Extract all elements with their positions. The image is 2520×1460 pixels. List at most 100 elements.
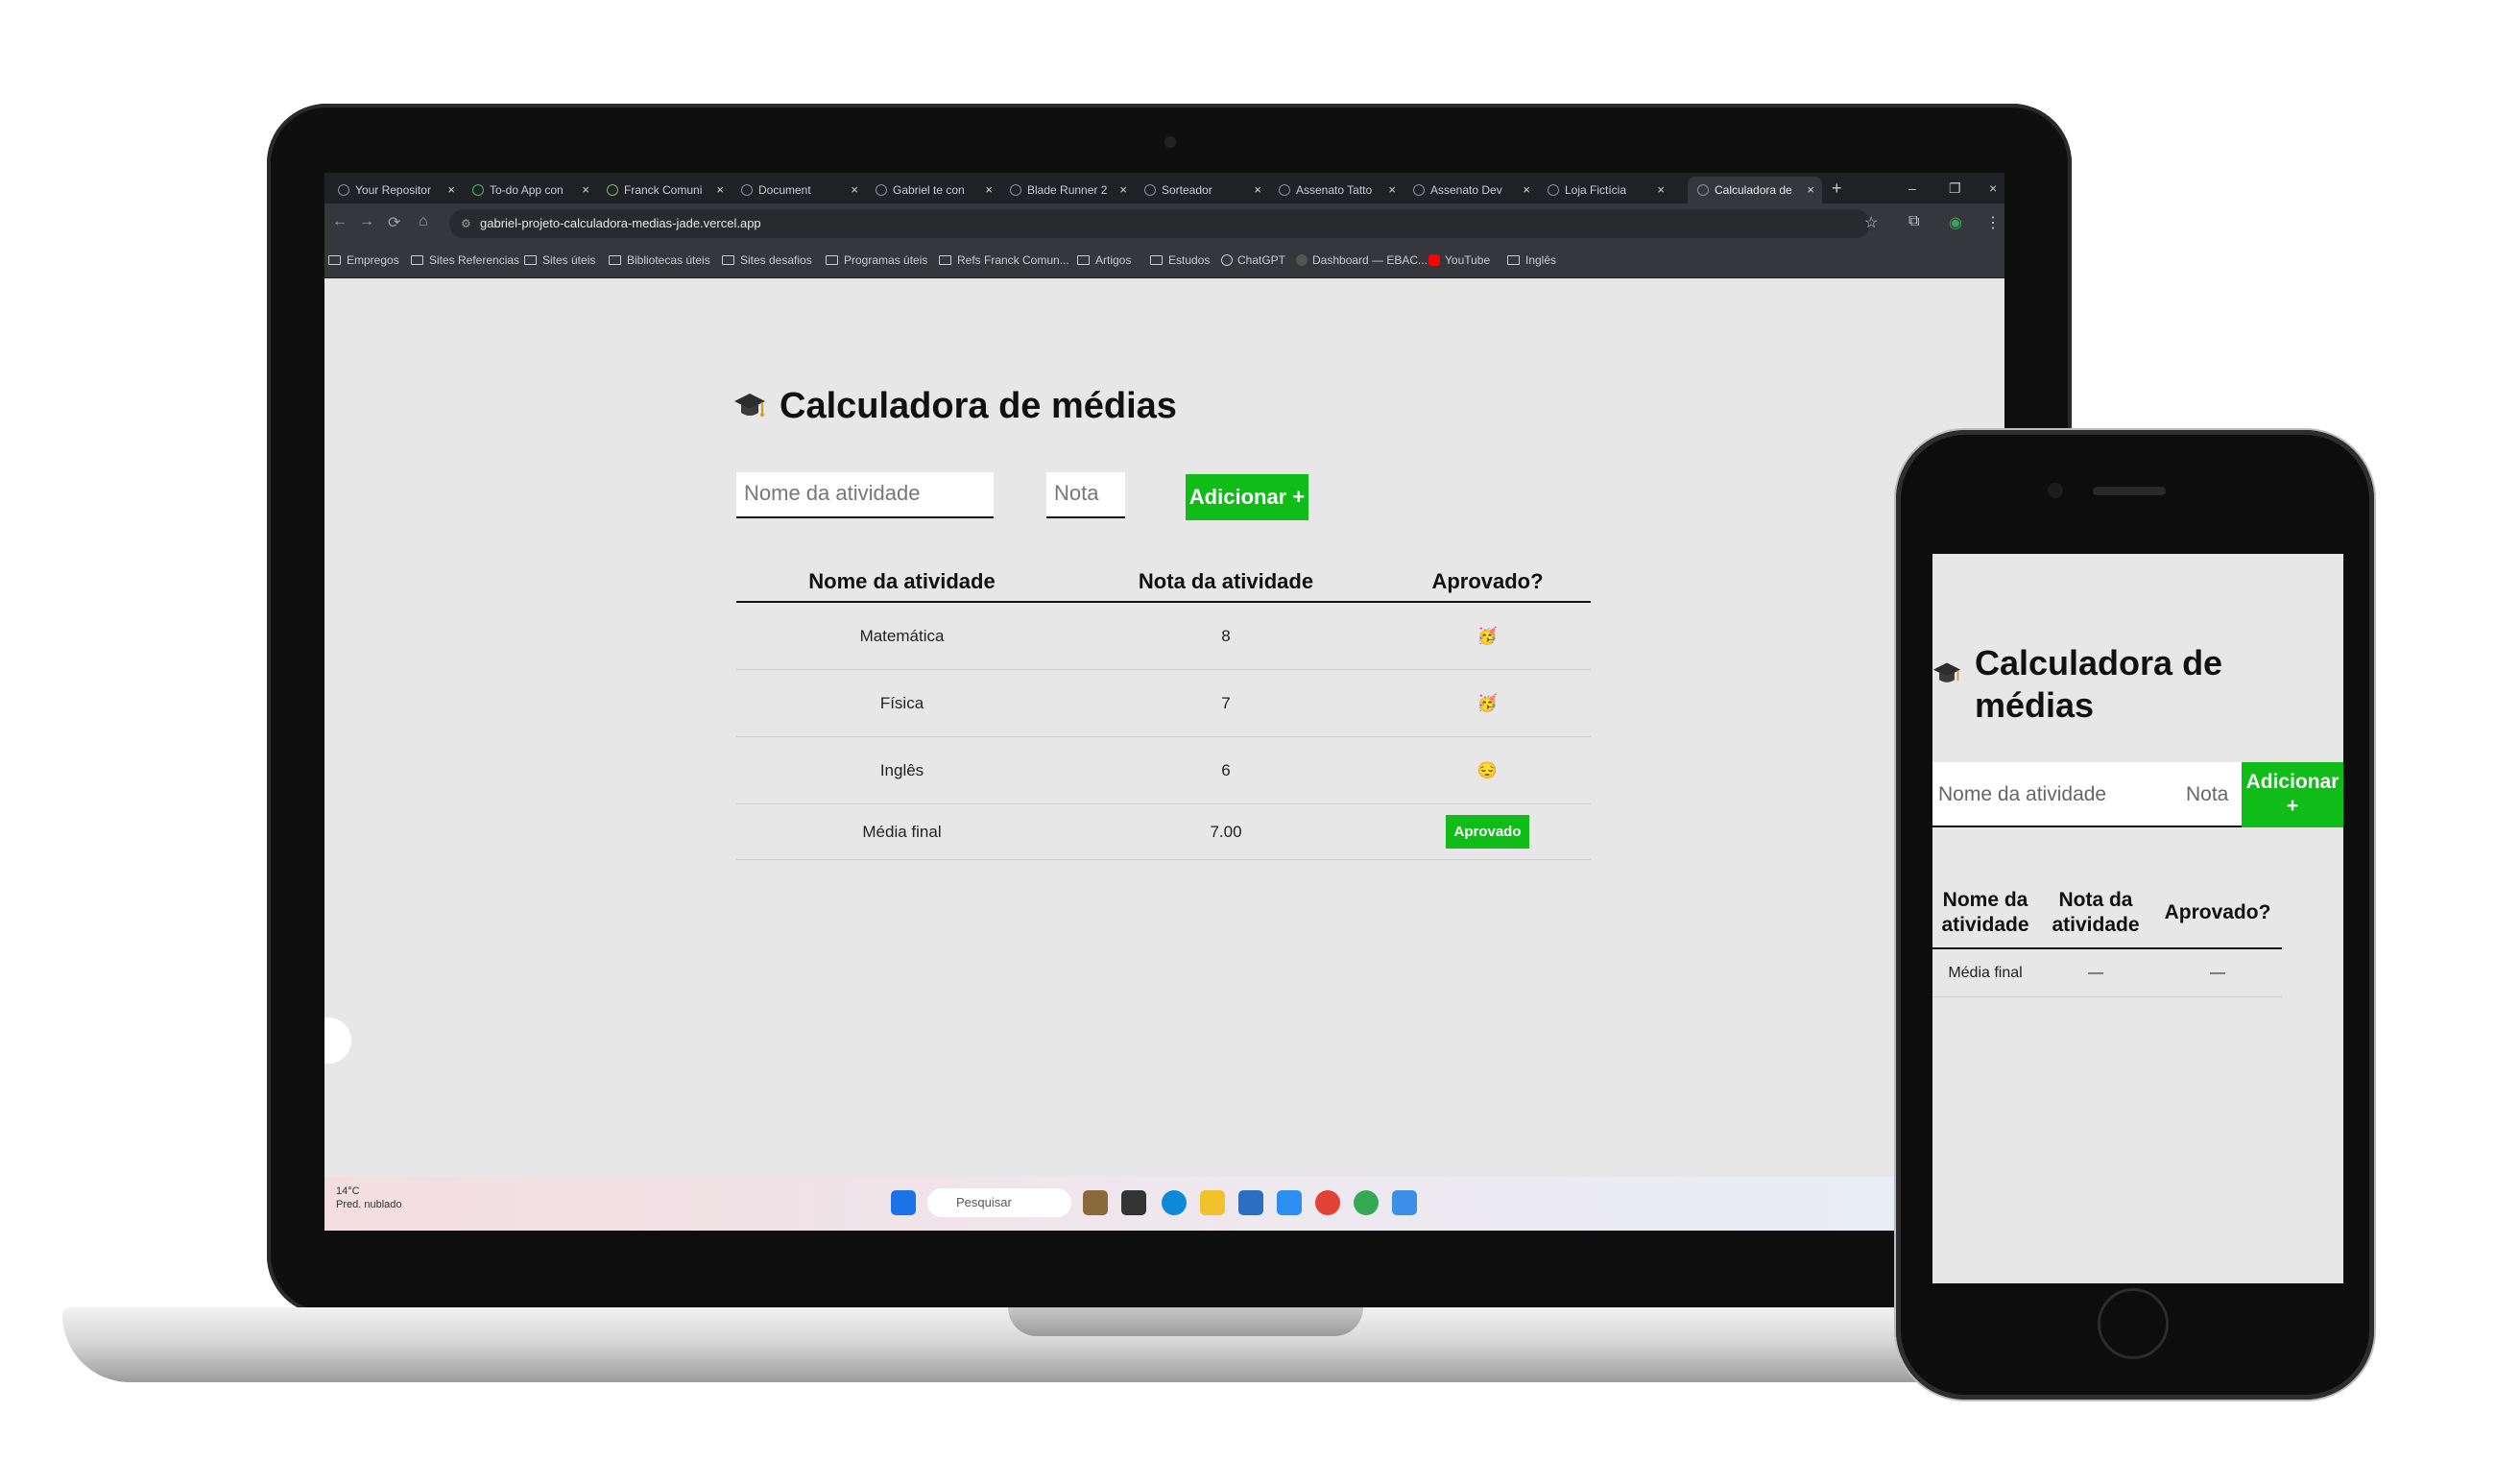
floating-widget-icon[interactable] bbox=[324, 1017, 351, 1064]
bookmark-star-icon[interactable]: ☆ bbox=[1864, 213, 1878, 232]
bookmark-folder-bibliotecas[interactable]: Bibliotecas úteis bbox=[609, 253, 710, 267]
taskbar-search[interactable]: Pesquisar bbox=[927, 1188, 1071, 1217]
file-explorer-icon[interactable] bbox=[1200, 1190, 1225, 1215]
tab-calculadora-active[interactable]: Calculadora de × bbox=[1688, 177, 1822, 203]
bookmark-chatgpt[interactable]: ChatGPT bbox=[1221, 253, 1285, 267]
ebac-icon bbox=[1296, 254, 1308, 266]
tab-blade-runner[interactable]: Blade Runner 2 × bbox=[1000, 177, 1135, 203]
final-average-label: Média final bbox=[862, 822, 942, 841]
url-field[interactable]: ⚙ gabriel-projeto-calculadora-medias-jad… bbox=[449, 209, 1870, 238]
bookmark-folder-sites-referencias[interactable]: Sites Referencias bbox=[411, 253, 519, 267]
folder-icon bbox=[524, 255, 537, 265]
bookmark-folder-empregos[interactable]: Empregos bbox=[328, 253, 399, 267]
home-icon[interactable]: ⌂ bbox=[419, 213, 428, 230]
taskbar-app-icon[interactable] bbox=[1083, 1190, 1108, 1215]
phone-form: Nome da atividade Nota Adicionar + bbox=[1932, 762, 2343, 827]
tab-close-icon[interactable]: × bbox=[851, 177, 858, 203]
back-arrow-icon[interactable]: ← bbox=[332, 213, 348, 230]
folder-icon bbox=[1077, 255, 1090, 265]
web-page: Calculadora de médias Nome da atividade … bbox=[324, 278, 2004, 1177]
bookmark-folder-sites-uteis[interactable]: Sites úteis bbox=[524, 253, 595, 267]
grade-input[interactable]: Nota bbox=[1046, 472, 1125, 518]
celebration-emoji-icon: 🥳 bbox=[1476, 693, 1499, 712]
row-activity-grade: 7 bbox=[1221, 693, 1231, 712]
tab-gabriel[interactable]: Gabriel te con × bbox=[866, 177, 1000, 203]
final-status: — bbox=[2210, 964, 2225, 981]
row-activity-name: Matemática bbox=[859, 626, 945, 645]
tab-your-repositories[interactable]: Your Repositor × bbox=[328, 177, 463, 203]
page-title: Calculadora de médias bbox=[780, 386, 1177, 426]
graduation-cap-icon bbox=[1932, 662, 1961, 682]
header-activity-name: Nome da atividade bbox=[1941, 889, 2029, 936]
phone-screen: Calculadora de médias Nome da atividade … bbox=[1932, 554, 2343, 1283]
tab-close-icon[interactable]: × bbox=[582, 177, 589, 203]
windows-start-icon[interactable] bbox=[891, 1190, 916, 1215]
tab-loja-ficticia[interactable]: Loja Fictícia × bbox=[1538, 177, 1672, 203]
final-average-label: Média final bbox=[1948, 964, 2023, 981]
tab-todo-app[interactable]: To-do App con × bbox=[463, 177, 597, 203]
tab-favicon-icon bbox=[741, 184, 753, 196]
tab-franck[interactable]: Franck Comuni × bbox=[597, 177, 732, 203]
tab-close-icon[interactable]: × bbox=[1657, 177, 1665, 203]
phone-speaker bbox=[2093, 487, 2166, 495]
activity-name-input[interactable]: Nome da atividade bbox=[736, 472, 994, 518]
row-activity-name: Física bbox=[879, 693, 924, 712]
reload-icon[interactable]: ⟳ bbox=[388, 213, 400, 232]
close-window-button[interactable]: × bbox=[1989, 177, 1997, 200]
tab-close-icon[interactable]: × bbox=[1807, 177, 1814, 203]
laptop-camera bbox=[1164, 136, 1176, 148]
tab-close-icon[interactable]: × bbox=[1254, 177, 1261, 203]
bookmark-folder-artigos[interactable]: Artigos bbox=[1077, 253, 1131, 267]
os-taskbar: 14°C Pred. nublado Pesquisar ^☁⌔♪▮ bbox=[324, 1177, 2004, 1231]
tab-close-icon[interactable]: × bbox=[1119, 177, 1127, 203]
edge-icon[interactable] bbox=[1162, 1190, 1187, 1215]
profile-icon[interactable]: ◉ bbox=[1949, 213, 1962, 232]
phone-activity-name-input[interactable]: Nome da atividade bbox=[1938, 762, 2106, 827]
tab-assenato-dev[interactable]: Assenato Dev × bbox=[1404, 177, 1538, 203]
tab-close-icon[interactable]: × bbox=[716, 177, 724, 203]
task-view-icon[interactable] bbox=[1121, 1190, 1146, 1215]
extensions-icon[interactable]: ⧉ bbox=[1908, 213, 1919, 230]
bookmark-dashboard-ebac[interactable]: Dashboard — EBAC... bbox=[1296, 253, 1428, 267]
laptop-notch bbox=[1008, 1307, 1363, 1336]
tab-close-icon[interactable]: × bbox=[447, 177, 455, 203]
phone-add-button[interactable]: Adicionar + bbox=[2242, 762, 2343, 827]
header-activity-grade: Nota da atividade bbox=[1138, 569, 1314, 593]
youtube-icon bbox=[1428, 254, 1440, 266]
bookmark-folder-sites-desafios[interactable]: Sites desafios bbox=[722, 253, 812, 267]
tab-close-icon[interactable]: × bbox=[1523, 177, 1530, 203]
phone-page-title: Calculadora de médias bbox=[1975, 643, 2223, 725]
bookmark-folder-programas[interactable]: Programas úteis bbox=[826, 253, 927, 267]
bookmarks-bar: Empregos Sites Referencias Sites úteis B… bbox=[324, 244, 2004, 278]
weather-widget[interactable]: 14°C Pred. nublado bbox=[336, 1185, 402, 1211]
bookmark-folder-estudos[interactable]: Estudos bbox=[1150, 253, 1210, 267]
header-approved: Aprovado? bbox=[1431, 569, 1544, 593]
new-tab-button[interactable]: + bbox=[1832, 177, 1842, 200]
tab-assenato-tattoo[interactable]: Assenato Tatto × bbox=[1269, 177, 1404, 203]
table-row: Física 7 🥳 bbox=[736, 670, 1591, 737]
taskbar-app-icon[interactable] bbox=[1392, 1190, 1417, 1215]
bookmark-folder-ingles[interactable]: Inglês bbox=[1507, 253, 1556, 267]
row-activity-name: Inglês bbox=[879, 760, 924, 779]
phone-grades-table: Nome da atividade Nota da atividade Apro… bbox=[1932, 878, 2282, 997]
chrome-icon[interactable] bbox=[1315, 1190, 1340, 1215]
forward-arrow-icon[interactable]: → bbox=[359, 213, 374, 230]
store-icon[interactable] bbox=[1238, 1190, 1263, 1215]
phone-home-button[interactable] bbox=[2098, 1288, 2169, 1359]
bookmark-folder-refs-franck[interactable]: Refs Franck Comun... bbox=[939, 253, 1069, 267]
tab-document[interactable]: Document × bbox=[732, 177, 866, 203]
menu-kebab-icon[interactable]: ⋮ bbox=[1985, 213, 2001, 232]
restore-button[interactable]: ❐ bbox=[1949, 177, 1961, 200]
bookmark-youtube[interactable]: YouTube bbox=[1428, 253, 1490, 267]
tab-favicon-icon bbox=[472, 184, 484, 196]
tab-close-icon[interactable]: × bbox=[985, 177, 993, 203]
vscode-icon[interactable] bbox=[1277, 1190, 1302, 1215]
address-bar-row: ← → ⟳ ⌂ ⚙ gabriel-projeto-calculadora-me… bbox=[324, 203, 2004, 244]
site-info-icon[interactable]: ⚙ bbox=[461, 209, 471, 238]
tab-close-icon[interactable]: × bbox=[1388, 177, 1396, 203]
minimize-button[interactable]: – bbox=[1908, 177, 1916, 200]
phone-grade-input[interactable]: Nota bbox=[2186, 762, 2228, 827]
add-button[interactable]: Adicionar + bbox=[1186, 474, 1308, 520]
tab-sorteador[interactable]: Sorteador × bbox=[1135, 177, 1269, 203]
chrome-profile-icon[interactable] bbox=[1354, 1190, 1379, 1215]
